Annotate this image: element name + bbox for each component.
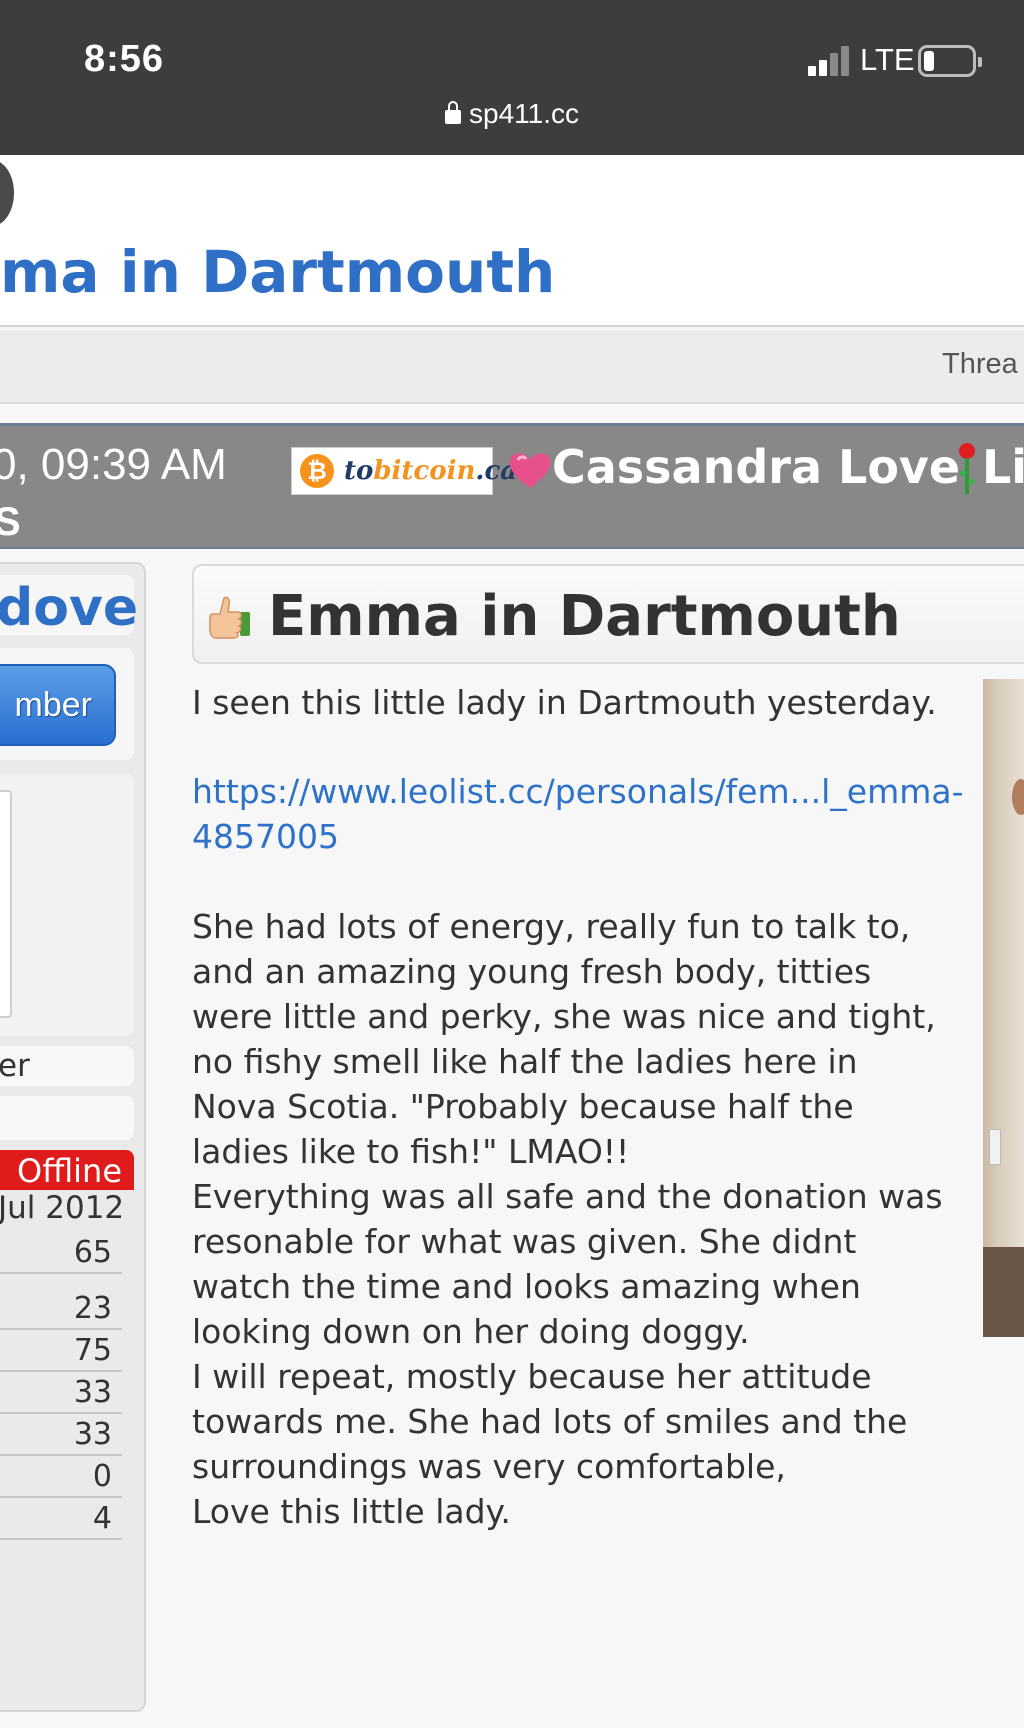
post-line: She had lots of energy, really fun to ta… — [192, 907, 911, 946]
bitcoin-banner-ad[interactable]: ₿ tobitcoin.ca — [291, 447, 517, 495]
user-stats: 65 23 75 33 33 0 4 — [0, 1232, 122, 1540]
ad-name-link[interactable]: Cassandra Love — [552, 440, 960, 494]
clock: 8:56 — [84, 38, 165, 80]
browser-status-bar: 8:56 LTE sp411.cc — [0, 0, 1024, 155]
bitcoin-icon: ₿ — [300, 454, 334, 488]
post-date-line2: S — [0, 500, 21, 544]
thread-tools-link[interactable]: Threa — [942, 348, 1018, 381]
stat-row: 75 — [0, 1330, 122, 1372]
join-date: Jul 2012 — [0, 1190, 125, 1226]
post-line: towards me. She had lots of smiles and t… — [192, 1402, 908, 1441]
thread-tools-bar — [0, 330, 1024, 404]
post-line: resonable for what was given. She didnt — [192, 1222, 857, 1261]
post-line: surroundings was very comfortable, — [192, 1447, 786, 1486]
thumbs-up-icon — [209, 596, 250, 639]
lock-icon — [445, 101, 461, 124]
avatar-box — [0, 774, 134, 1036]
ad-name-tail[interactable]: Li — [982, 440, 1024, 494]
status-badge: Offline — [0, 1150, 134, 1190]
stat-row: 33 — [0, 1414, 122, 1456]
rose-icon — [958, 443, 976, 494]
post-line: Love this little lady. — [192, 1492, 511, 1531]
post-body: I seen this little lady in Dartmouth yes… — [192, 680, 982, 1534]
stat-posts: 65 — [0, 1232, 122, 1274]
bitcoin-banner-text: tobitcoin.ca — [344, 456, 518, 486]
post-line: looking down on her doing doggy. — [192, 1312, 750, 1351]
post-title: Emma in Dartmouth — [268, 584, 901, 649]
user-extra-box — [0, 1096, 134, 1140]
post-line: Nova Scotia. "Probably because half the — [192, 1087, 854, 1126]
username-link[interactable]: dove — [0, 578, 138, 638]
page-title[interactable]: ma in Dartmouth — [0, 238, 555, 306]
user-title: er — [0, 1048, 30, 1084]
post-line: and an amazing young fresh body, titties — [192, 952, 872, 991]
post-line: Everything was all safe and the donation… — [192, 1177, 943, 1216]
post-line: I will repeat, mostly because her attitu… — [192, 1357, 872, 1396]
post-date: 0, 09:39 AM — [0, 440, 227, 489]
post-attachment-image[interactable] — [983, 679, 1024, 1337]
url-text: sp411.cc — [469, 98, 579, 129]
post-line: were little and perky, she was nice and … — [192, 997, 936, 1036]
post-line: no fishy smell like half the ladies here… — [192, 1042, 858, 1081]
post-line: watch the time and looks amazing when — [192, 1267, 861, 1306]
member-button[interactable]: mber — [0, 664, 116, 746]
battery-icon — [918, 45, 982, 77]
heart-icon — [509, 453, 551, 488]
post-intro: I seen this little lady in Dartmouth yes… — [192, 683, 937, 722]
post-line: ladies like to fish!" LMAO!! — [192, 1132, 630, 1171]
stat-row: 0 — [0, 1456, 122, 1498]
stat-row: 4 — [0, 1498, 122, 1540]
url-bar[interactable]: sp411.cc — [0, 98, 1024, 130]
stat-row: 33 — [0, 1372, 122, 1414]
stat-row: 23 — [0, 1288, 122, 1330]
signal-icon — [808, 46, 852, 76]
post-link[interactable]: https://www.leolist.cc/personals/fem...l… — [192, 769, 982, 859]
avatar[interactable] — [0, 790, 12, 1018]
network-type: LTE — [860, 42, 915, 77]
